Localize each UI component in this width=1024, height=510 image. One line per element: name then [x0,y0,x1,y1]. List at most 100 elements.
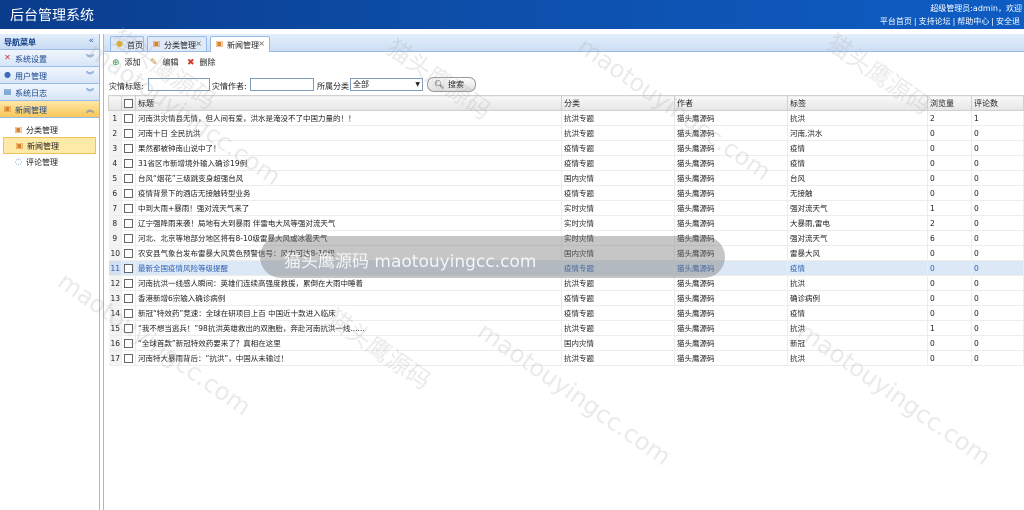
cell-comments: 0 [971,350,1024,366]
row-checkbox[interactable] [121,155,136,171]
link-help-center[interactable]: 帮助中心 [957,17,989,26]
row-checkbox[interactable] [121,350,136,366]
row-checkbox[interactable] [121,290,136,306]
checkbox[interactable] [124,338,133,348]
table-row[interactable]: 4 31省区市新增境外输入确诊19例 疫情专题 猫头鹰源码 疫情 0 0 [108,155,1024,171]
row-checkbox[interactable] [121,170,136,186]
cell-title: 疫情背景下的酒店无接触转型业务 [135,185,562,201]
tab-label: 首页 [127,41,143,50]
row-checkbox[interactable] [121,185,136,201]
menu-group-system-settings[interactable]: ✕ 系统设置 ︾ [0,50,99,67]
checkbox[interactable] [124,188,133,198]
edit-button[interactable]: ✎ 编辑 [150,57,179,68]
col-author-header[interactable]: 作者 [674,95,788,111]
sidebar-item-category-management[interactable]: ▣ 分类管理 [3,122,96,137]
cell-views: 0 [927,260,972,276]
table-row[interactable]: 13 香港新增6宗输入确诊病例 疫情专题 猫头鹰源码 确诊病例 0 0 [108,290,1024,306]
col-category-header[interactable]: 分类 [561,95,675,111]
checkbox[interactable] [124,293,133,303]
cell-comments: 0 [971,230,1024,246]
add-button[interactable]: ⊕ 添加 [112,57,141,68]
checkbox[interactable] [124,248,133,258]
tab-label: 分类管理 [164,41,196,50]
checkbox[interactable] [124,233,133,243]
row-number: 3 [108,140,122,156]
row-checkbox[interactable] [121,230,136,246]
close-icon[interactable]: × [195,39,202,48]
checkbox[interactable] [124,173,133,183]
tab-category-management[interactable]: ▣ 分类管理 × [147,36,207,51]
row-checkbox[interactable] [121,215,136,231]
top-links: 平台首页 | 支持论坛 | 帮助中心 | 安全退 [879,17,1020,26]
table-row[interactable]: 15 “我不想当逃兵！”98抗洪英雄救出的双胞胎，奔赴河南抗洪一线...... 抗洪… [108,320,1024,336]
table-row[interactable]: 1 河南洪灾情县无情，但人间有爱，洪水是淹没不了中国力量的！！ 抗洪专题 猫头鹰源码抗… [108,110,1024,126]
tab-home[interactable]: ● 首页 [110,36,144,51]
checkbox[interactable] [124,323,133,333]
cell-title: 辽宁强降雨来袭！局地有大到暴雨 伴雷电大风等强对流天气 [135,215,562,231]
menu-group-user-management[interactable]: ● 用户管理 ︾ [0,67,99,84]
delete-button[interactable]: ✖ 删除 [187,57,216,68]
author-filter-input[interactable] [250,78,314,91]
table-row[interactable]: 14 新冠“特效药”竞速：全球在研项目上百 中国近十款进入临床 疫情专题 猫头鹰源码疫… [108,305,1024,321]
sidebar-item-comment-management[interactable]: ◌ 评论管理 [3,154,96,169]
col-tag-header[interactable]: 标签 [787,95,928,111]
table-row[interactable]: 3 果然都被钟南山说中了！ 疫情专题 猫头鹰源码 疫情 0 0 [108,140,1024,156]
checkbox[interactable] [124,353,133,363]
category-select[interactable]: 全部 ▼ [350,78,423,91]
checkbox[interactable] [124,218,133,228]
close-icon[interactable]: × [258,39,265,48]
menu-group-system-log[interactable]: ▤ 系统日志 ︾ [0,84,99,101]
cell-tag: 河南,洪水 [787,125,928,141]
table-row[interactable]: 8 辽宁强降雨来袭！局地有大到暴雨 伴雷电大风等强对流天气 实时灾情 猫头鹰源码 大暴雨… [108,215,1024,231]
row-checkbox[interactable] [121,125,136,141]
row-checkbox[interactable] [121,110,136,126]
row-number: 8 [108,215,122,231]
table-row[interactable]: 7 中到大雨+暴雨！强对流天气来了 实时灾情 猫头鹰源码 强对流天气 1 0 [108,200,1024,216]
checkbox[interactable] [124,203,133,213]
title-filter-input[interactable] [148,78,210,91]
row-checkbox[interactable] [121,140,136,156]
col-views-header[interactable]: 浏览量 [927,95,972,111]
table-row[interactable]: 16 “全球首款”新冠特效药要来了？真相在这里 国内灾情 猫头鹰源码 新冠 0 0 [108,335,1024,351]
checkbox[interactable] [124,98,133,108]
row-checkbox[interactable] [121,305,136,321]
col-comments-header[interactable]: 评论数 [971,95,1024,111]
menu-group-news-management[interactable]: ▣ 新闻管理 ︽ [0,101,99,118]
table-row[interactable]: 2 河南十日 全民抗洪 抗洪专题 猫头鹰源码 河南,洪水 0 0 [108,125,1024,141]
table-row[interactable]: 17 河南特大暴雨背后：“抗洪”，中国从未输过！ 抗洪专题 猫头鹰源码 抗洪 0 0 [108,350,1024,366]
row-checkbox[interactable] [121,260,136,276]
cell-tag: 确诊病例 [787,290,928,306]
search-icon: 🔍︎ [434,80,445,89]
link-platform-home[interactable]: 平台首页 [880,17,912,26]
cell-views: 1 [927,320,972,336]
collapse-sidebar-icon[interactable]: « [88,36,94,46]
col-title-header[interactable]: 标题 [135,95,562,111]
checkbox[interactable] [124,113,133,123]
row-checkbox[interactable] [121,335,136,351]
checkbox[interactable] [124,278,133,288]
sidebar-item-news-management[interactable]: ▣ 新闻管理 [3,137,96,154]
cell-views: 0 [927,155,972,171]
cell-category: 国内灾情 [561,170,675,186]
row-checkbox[interactable] [121,200,136,216]
link-support-forum[interactable]: 支持论坛 [919,17,951,26]
row-checkbox[interactable] [121,275,136,291]
search-button[interactable]: 🔍︎ 搜索 [427,77,476,92]
checkbox[interactable] [124,263,133,273]
row-checkbox[interactable] [121,245,136,261]
news-icon: ▣ [15,141,24,150]
checkbox[interactable] [124,308,133,318]
link-logout[interactable]: 安全退 [996,17,1020,26]
cell-comments: 0 [971,290,1024,306]
row-checkbox[interactable] [121,320,136,336]
tab-news-management[interactable]: ▣ 新闻管理 × [210,36,270,52]
select-all-checkbox[interactable] [121,95,136,111]
table-row[interactable]: 6 疫情背景下的酒店无接触转型业务 疫情专题 猫头鹰源码 无接触 0 0 [108,185,1024,201]
checkbox[interactable] [124,143,133,153]
table-row[interactable]: 5 台风“烟花”三级跳变身超强台风 国内灾情 猫头鹰源码 台风 0 0 [108,170,1024,186]
row-number: 14 [108,305,122,321]
checkbox[interactable] [124,128,133,138]
cell-category: 抗洪专题 [561,320,675,336]
checkbox[interactable] [124,158,133,168]
cell-title: “我不想当逃兵！”98抗洪英雄救出的双胞胎，奔赴河南抗洪一线...... [135,320,562,336]
